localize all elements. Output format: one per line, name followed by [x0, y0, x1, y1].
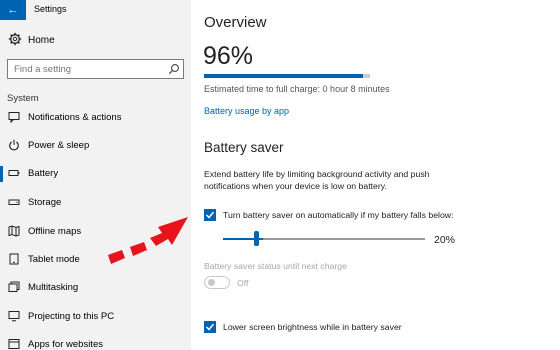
tablet-icon: [9, 253, 19, 265]
sidebar-item-label: Storage: [28, 197, 62, 208]
threshold-value: 20%: [434, 234, 456, 246]
sidebar-item-label: Apps for websites: [28, 339, 103, 350]
sidebar-item-notifications[interactable]: Notifications & actions: [0, 107, 191, 129]
sidebar-item-label: Power & sleep: [28, 140, 90, 151]
home-label: Home: [28, 35, 55, 46]
battery-percent: 96%: [203, 42, 254, 70]
charge-estimate: Estimated time to full charge: 0 hour 8 …: [204, 84, 390, 94]
search-input[interactable]: [14, 62, 164, 76]
search-box[interactable]: [7, 59, 184, 79]
saver-status-toggle-label: Off: [237, 278, 249, 288]
auto-saver-label[interactable]: Turn battery saver on automatically if m…: [223, 210, 453, 220]
projecting-icon: [8, 311, 20, 322]
checkmark-icon: [205, 211, 215, 219]
sidebar-item-power-sleep[interactable]: Power & sleep: [0, 135, 191, 157]
sidebar: ← Settings Home System Notificatio: [0, 0, 191, 350]
apps-websites-icon: [8, 339, 20, 349]
home-nav-item[interactable]: Home: [0, 30, 191, 52]
sidebar-item-label: Projecting to this PC: [28, 311, 115, 322]
threshold-slider-thumb[interactable]: [254, 231, 259, 246]
sidebar-item-projecting[interactable]: Projecting to this PC: [0, 306, 191, 328]
battery-saver-heading: Battery saver: [204, 140, 284, 155]
sidebar-item-multitasking[interactable]: Multitasking: [0, 277, 191, 299]
lower-brightness-label[interactable]: Lower screen brightness while in battery…: [223, 322, 402, 332]
notifications-icon: [8, 112, 20, 123]
sidebar-item-label: Multitasking: [28, 282, 79, 293]
main-content: Overview 96% Estimated time to full char…: [191, 0, 560, 350]
back-button[interactable]: ←: [0, 0, 26, 20]
saver-status-toggle[interactable]: [204, 276, 230, 289]
sidebar-item-battery[interactable]: Battery: [0, 163, 191, 185]
battery-usage-link[interactable]: Battery usage by app: [204, 106, 289, 116]
power-icon: [9, 139, 19, 151]
lower-brightness-checkbox[interactable]: [204, 321, 216, 333]
saver-status-label: Battery saver status until next charge: [204, 261, 347, 271]
title-bar: ← Settings: [0, 0, 191, 20]
map-icon: [8, 225, 20, 237]
sidebar-item-label: Battery: [28, 168, 59, 179]
charge-progress-bar: [204, 74, 370, 78]
toggle-knob: [208, 279, 215, 286]
multitasking-icon: [8, 281, 20, 292]
active-indicator: [0, 166, 3, 182]
charge-progress-fill: [204, 74, 364, 78]
annotation-arrow-icon: [108, 217, 188, 264]
sidebar-item-label: Offline maps: [28, 226, 82, 237]
search-icon[interactable]: [168, 63, 180, 75]
checkmark-icon: [205, 323, 215, 331]
sidebar-item-apps-for-websites[interactable]: Apps for websites: [0, 334, 191, 350]
app-title: Settings: [34, 4, 67, 14]
section-label-system: System: [7, 93, 39, 104]
gear-icon: [8, 32, 22, 46]
battery-saver-description: Extend battery life by limiting backgrou…: [204, 169, 430, 191]
overview-heading: Overview: [204, 14, 267, 31]
battery-icon: [8, 170, 20, 176]
back-arrow-icon: ←: [7, 4, 19, 16]
sidebar-item-label: Notifications & actions: [28, 112, 122, 123]
sidebar-item-label: Tablet mode: [28, 254, 80, 265]
auto-saver-checkbox[interactable]: [204, 209, 216, 221]
storage-icon: [8, 199, 20, 205]
